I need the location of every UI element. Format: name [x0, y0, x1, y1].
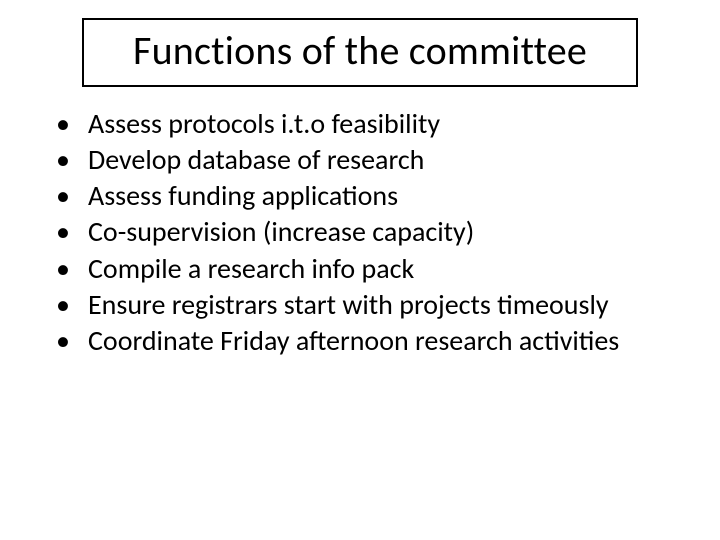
title-box: Functions of the committee — [82, 18, 638, 87]
list-item: Assess protocols i.t.o feasibility — [56, 107, 690, 141]
list-item: Co-supervision (increase capacity) — [56, 215, 690, 249]
list-item: Compile a research info pack — [56, 252, 690, 286]
slide: Functions of the committee Assess protoc… — [0, 0, 720, 540]
bullet-list: Assess protocols i.t.o feasibility Devel… — [56, 107, 690, 358]
list-item: Assess funding applications — [56, 179, 690, 213]
list-item: Coordinate Friday afternoon research act… — [56, 324, 690, 358]
list-item: Ensure registrars start with projects ti… — [56, 288, 690, 322]
list-item: Develop database of research — [56, 143, 690, 177]
slide-title: Functions of the committee — [94, 26, 626, 75]
